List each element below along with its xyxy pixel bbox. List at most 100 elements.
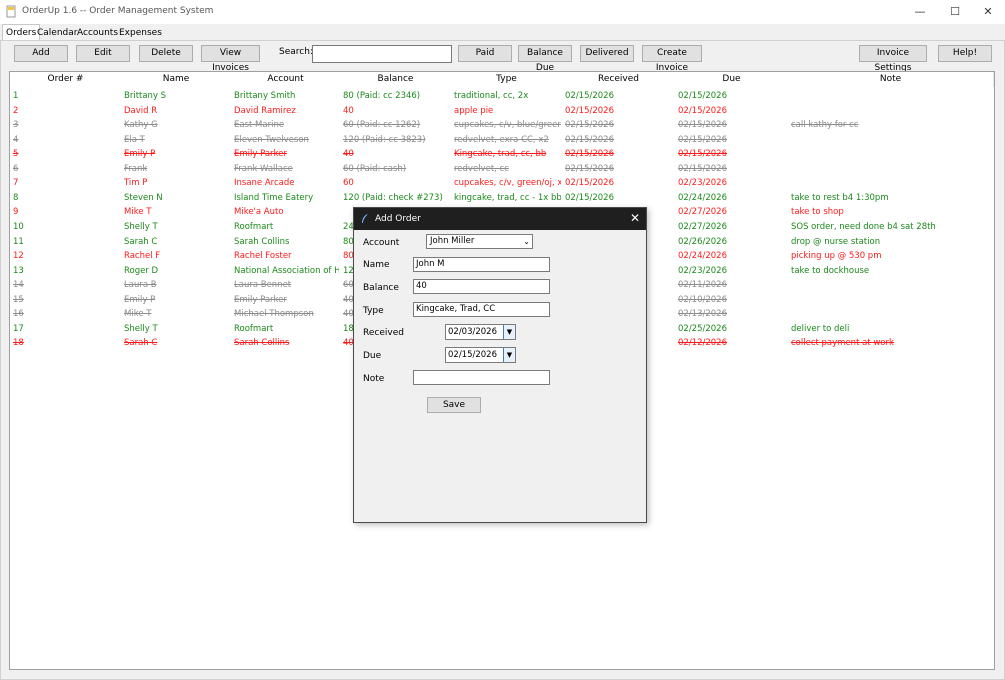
calendar-dropdown-icon[interactable]: ▼: [503, 348, 515, 362]
column-header-note[interactable]: Note: [788, 72, 994, 87]
table-cell-balance: 60: [343, 178, 354, 189]
tab-accounts[interactable]: Accounts: [74, 26, 121, 40]
edit-button[interactable]: Edit: [76, 45, 130, 62]
search-label: Search:: [279, 47, 313, 57]
delete-button[interactable]: Delete: [139, 45, 193, 62]
invoice-settings-button[interactable]: Invoice Settings: [859, 45, 927, 73]
column-header-type[interactable]: Type: [451, 72, 563, 87]
column-header-name[interactable]: Name: [121, 72, 232, 87]
column-header-account[interactable]: Account: [231, 72, 341, 87]
table-cell-account: Frank Wallace: [234, 163, 293, 174]
balance-label: Balance: [363, 283, 399, 293]
table-cell-due: 02/23/2026: [678, 178, 727, 189]
table-cell-received: 02/15/2026: [565, 120, 614, 131]
table-cell-type: cupcakes, c/v, blue/greer: [454, 120, 561, 131]
received-date-value: 02/03/2026: [448, 327, 497, 337]
account-select-value: John Miller: [430, 236, 475, 246]
table-cell-note: [791, 147, 992, 161]
due-date-value: 02/15/2026: [448, 350, 497, 360]
table-cell-name: Steven N: [124, 192, 163, 203]
table-cell-note: collect payment at work: [791, 338, 894, 349]
table-cell-account: Michael Thompson: [234, 309, 314, 320]
table-cell-account: East Marine: [234, 120, 285, 131]
table-cell-note: take to shop: [791, 207, 844, 218]
table-cell-note: SOS order, need done b4 sat 28th: [791, 221, 936, 232]
table-cell-name: Brittany S: [124, 91, 167, 101]
column-header-received[interactable]: Received: [562, 72, 676, 87]
tab-expenses[interactable]: Expenses: [116, 26, 165, 40]
table-cell-account: David Ramirez: [234, 105, 296, 116]
table-cell-note: call kathy for cc: [791, 120, 859, 131]
table-cell-due: 02/15/2026: [678, 105, 727, 116]
table-cell-received: 02/15/2026: [565, 149, 614, 160]
table-cell-name: Roger D: [124, 265, 159, 276]
table-cell-order-number: 9: [13, 207, 19, 218]
type-field[interactable]: Kingcake, Trad, CC: [413, 302, 550, 317]
table-cell-order-number: 3: [13, 120, 19, 131]
table-cell-account: Brittany Smith: [234, 91, 296, 101]
due-label: Due: [363, 351, 382, 361]
note-field[interactable]: [413, 370, 550, 385]
calendar-dropdown-icon[interactable]: ▼: [503, 325, 515, 339]
feather-icon: [362, 214, 368, 223]
balance-field[interactable]: 40: [413, 279, 550, 294]
table-cell-order-number: 17: [13, 323, 24, 334]
maximize-button[interactable]: ☐: [938, 0, 972, 24]
table-cell-balance: 60 (Paid: cc 1262): [343, 120, 421, 131]
column-header-order-number[interactable]: Order #: [10, 72, 122, 87]
due-date-picker[interactable]: 02/15/2026 ▼: [445, 347, 516, 363]
table-cell-balance: 120 (Paid: cc 3823): [343, 134, 426, 145]
table-cell-note: [791, 307, 992, 321]
table-cell-order-number: 11: [13, 236, 24, 247]
add-button[interactable]: Add: [14, 45, 68, 62]
column-header-due[interactable]: Due: [675, 72, 789, 87]
table-cell-type: Kingcake, trad, cc, bb: [454, 149, 547, 160]
account-select[interactable]: John Miller ⌄: [426, 234, 533, 249]
search-input[interactable]: [312, 45, 452, 63]
save-button[interactable]: Save: [427, 397, 481, 413]
received-date-picker[interactable]: 02/03/2026 ▼: [445, 324, 516, 340]
table-cell-order-number: 12: [13, 251, 24, 262]
table-cell-type: traditional, cc, 2x: [454, 91, 529, 101]
table-cell-received: 02/15/2026: [565, 163, 614, 174]
table-cell-name: David R: [124, 105, 158, 116]
table-cell-due: 02/15/2026: [678, 149, 727, 160]
name-label: Name: [363, 260, 390, 270]
table-cell-name: Kathy G: [124, 120, 158, 131]
table-cell-order-number: 6: [13, 163, 19, 174]
table-cell-order-number: 1: [13, 91, 19, 101]
delivered-button[interactable]: Delivered: [580, 45, 634, 62]
table-cell-due: 02/26/2026: [678, 236, 727, 247]
table-cell-balance: 60 (Paid: cash): [343, 163, 407, 174]
table-cell-due: 02/25/2026: [678, 323, 727, 334]
table-cell-due: 02/15/2026: [678, 163, 727, 174]
close-window-button[interactable]: ✕: [971, 0, 1005, 24]
minimize-button[interactable]: —: [903, 0, 937, 24]
table-cell-due: 02/27/2026: [678, 221, 727, 232]
table-cell-order-number: 18: [13, 338, 24, 349]
table-cell-account: National Association of Hu: [234, 265, 339, 276]
table-cell-received: 02/15/2026: [565, 134, 614, 145]
table-cell-type: kingcake, trad, cc - 1x bb, 1x: [454, 192, 561, 203]
dialog-close-icon[interactable]: ✕: [630, 211, 640, 225]
table-cell-order-number: 2: [13, 105, 19, 116]
table-cell-note: [791, 133, 992, 147]
create-invoice-button[interactable]: Create Invoice: [642, 45, 702, 73]
table-cell-due: 02/11/2026: [678, 280, 727, 291]
table-cell-note: [791, 293, 992, 307]
table-cell-account: Emily Parker: [234, 149, 287, 160]
table-cell-name: Laura B: [124, 280, 157, 291]
column-header-balance[interactable]: Balance: [340, 72, 452, 87]
table-cell-note: [791, 176, 992, 190]
table-cell-order-number: 14: [13, 280, 24, 291]
balance-due-button[interactable]: Balance Due: [518, 45, 572, 73]
table-cell-order-number: 4: [13, 134, 19, 145]
table-cell-order-number: 10: [13, 221, 24, 232]
view-invoices-button[interactable]: View Invoices: [201, 45, 260, 73]
name-field[interactable]: John M: [413, 257, 550, 272]
table-cell-due: 02/23/2026: [678, 265, 727, 276]
paid-button[interactable]: Paid: [458, 45, 512, 62]
help-button[interactable]: Help!: [938, 45, 992, 62]
table-cell-note: take to rest b4 1:30pm: [791, 192, 889, 203]
note-label: Note: [363, 374, 385, 384]
